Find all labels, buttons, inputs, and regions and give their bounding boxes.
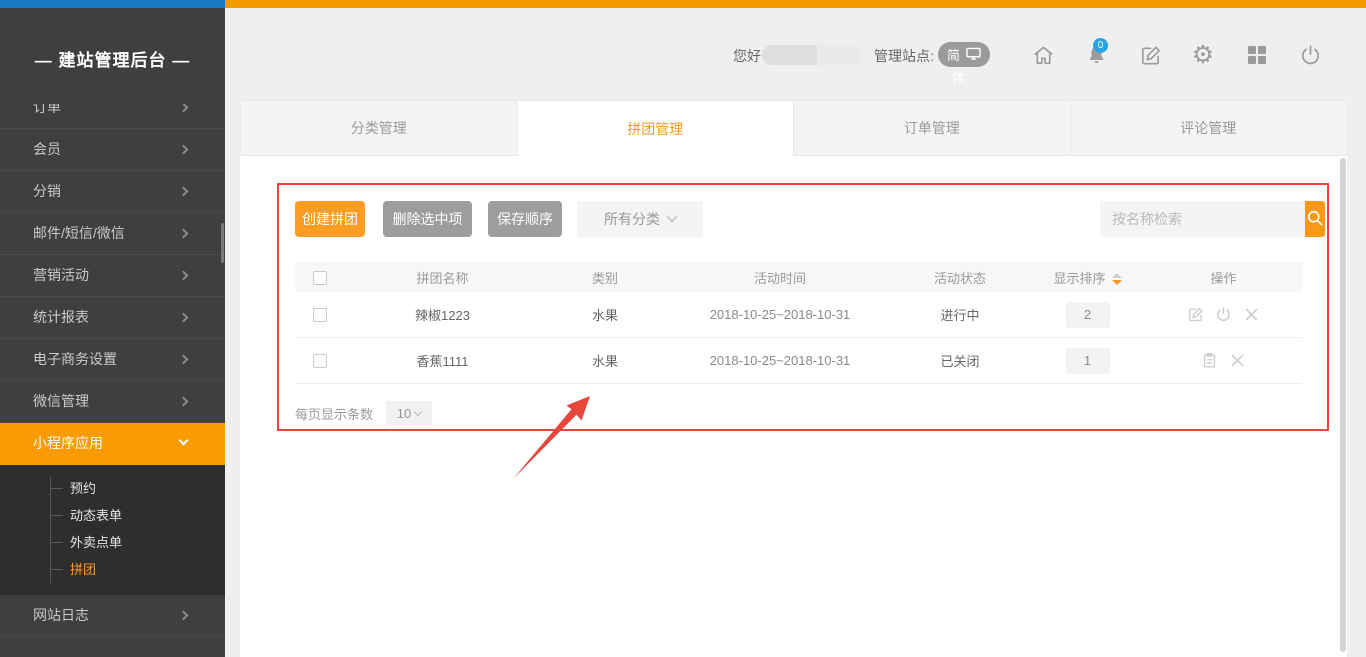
username-redacted [762, 45, 862, 65]
sidebar-item-site-logs[interactable]: 网站日志 [0, 595, 225, 637]
chevron-right-icon [179, 313, 189, 323]
home-icon[interactable] [1030, 42, 1056, 68]
submenu-item-group-buying[interactable]: 拼团 [0, 556, 225, 583]
chevron-down-icon [179, 436, 189, 446]
cell-status: 已关闭 [890, 351, 1030, 370]
cell-category: 水果 [540, 305, 670, 324]
apps-grid-icon[interactable] [1244, 42, 1270, 68]
gear-icon[interactable]: ⚙ [1190, 42, 1216, 68]
clipboard-icon[interactable] [1201, 352, 1218, 369]
select-all-checkbox[interactable] [313, 271, 327, 285]
tab-comment-management[interactable]: 评论管理 [1071, 101, 1347, 156]
table-header-row: 拼团名称 类别 活动时间 活动状态 显示排序 操作 [295, 262, 1302, 292]
tab-group-buying-management[interactable]: 拼团管理 [518, 101, 795, 156]
site-language-wrap-text: 体 [952, 67, 965, 86]
sort-asc-icon [1112, 273, 1122, 278]
submenu-item-booking[interactable]: 预约 [0, 475, 225, 502]
sidebar-item-marketing[interactable]: 营销活动 [0, 255, 225, 297]
cell-time: 2018-10-25~2018-10-31 [670, 353, 890, 368]
app-title: — 建站管理后台 — [0, 46, 225, 71]
row-checkbox[interactable] [313, 308, 327, 322]
cell-category: 水果 [540, 351, 670, 370]
sidebar: — 建站管理后台 — 订单 会员 分销 邮件/短信/微信 营销活动 统计报表 电… [0, 8, 225, 657]
sidebar-item-ecommerce-settings[interactable]: 电子商务设置 [0, 339, 225, 381]
chevron-right-icon [179, 271, 189, 281]
chevron-down-icon [414, 407, 422, 415]
header-name: 拼团名称 [345, 268, 540, 287]
header-time: 活动时间 [670, 268, 890, 287]
manage-site-label: 管理站点: [874, 46, 934, 66]
display-order-field[interactable]: 1 [1066, 348, 1110, 374]
page-scrollbar[interactable] [1340, 158, 1346, 652]
top-strip-orange [225, 0, 1366, 8]
sidebar-item-orders[interactable]: 订单 [0, 104, 225, 129]
cell-time: 2018-10-25~2018-10-31 [670, 307, 890, 322]
table-row: 香蕉1111 水果 2018-10-25~2018-10-31 已关闭 1 [295, 338, 1302, 384]
edit-icon[interactable] [1187, 306, 1204, 323]
chevron-right-icon [179, 145, 189, 155]
monitor-icon [966, 47, 981, 63]
row-checkbox[interactable] [313, 354, 327, 368]
cell-name: 辣椒1223 [345, 305, 540, 324]
sidebar-item-miniprogram-apps[interactable]: 小程序应用 [0, 423, 225, 465]
sidebar-item-members[interactable]: 会员 [0, 129, 225, 171]
magnifier-icon [1305, 208, 1325, 231]
chevron-right-icon [179, 229, 189, 239]
power-icon[interactable] [1215, 306, 1232, 323]
notification-badge: 0 [1093, 38, 1108, 53]
sidebar-item-mail-sms-wechat[interactable]: 邮件/短信/微信 [0, 213, 225, 255]
sidebar-item-statistics[interactable]: 统计报表 [0, 297, 225, 339]
chevron-right-icon [179, 104, 189, 112]
per-page-control: 每页显示条数 10 [295, 401, 432, 425]
header-category: 类别 [540, 268, 670, 287]
per-page-label: 每页显示条数 [295, 404, 373, 423]
miniprogram-submenu: 预约 动态表单 外卖点单 拼团 [0, 465, 225, 595]
sort-toggle[interactable] [1112, 273, 1122, 285]
cell-name: 香蕉1111 [345, 351, 540, 370]
chevron-down-icon [666, 211, 677, 222]
close-icon[interactable] [1243, 306, 1260, 323]
app-window: — 建站管理后台 — 订单 会员 分销 邮件/短信/微信 营销活动 统计报表 电… [0, 0, 1366, 657]
tab-category-management[interactable]: 分类管理 [240, 101, 518, 156]
power-icon[interactable] [1297, 42, 1323, 68]
create-group-button[interactable]: 创建拼团 [295, 201, 365, 237]
tabbar: 分类管理 拼团管理 订单管理 评论管理 [240, 100, 1346, 156]
chevron-right-icon [179, 611, 189, 621]
table-row: 辣椒1223 水果 2018-10-25~2018-10-31 进行中 2 [295, 292, 1302, 338]
chevron-right-icon [179, 397, 189, 407]
sidebar-menu: 订单 会员 分销 邮件/短信/微信 营销活动 统计报表 电子商务设置 微信管理 … [0, 104, 225, 657]
chevron-right-icon [179, 187, 189, 197]
submenu-item-dynamic-forms[interactable]: 动态表单 [0, 502, 225, 529]
header-actions: 操作 [1145, 268, 1302, 287]
site-language-pill[interactable]: 简 [938, 42, 990, 67]
submenu-item-takeout-ordering[interactable]: 外卖点单 [0, 529, 225, 556]
search-box [1100, 201, 1301, 237]
tab-order-management[interactable]: 订单管理 [794, 101, 1071, 156]
close-icon[interactable] [1229, 352, 1246, 369]
edit-icon[interactable] [1137, 42, 1163, 68]
sort-desc-icon [1112, 280, 1122, 285]
header-order: 显示排序 [1030, 268, 1145, 287]
greeting-text: 您好 [733, 46, 761, 66]
sidebar-item-distribution[interactable]: 分销 [0, 171, 225, 213]
sidebar-scrollbar[interactable] [221, 223, 224, 263]
display-order-field[interactable]: 2 [1066, 302, 1110, 328]
delete-selected-button[interactable]: 删除选中项 [383, 201, 472, 237]
header-status: 活动状态 [890, 268, 1030, 287]
per-page-select[interactable]: 10 [386, 401, 432, 425]
top-strip-blue [0, 0, 225, 8]
group-buying-table: 拼团名称 类别 活动时间 活动状态 显示排序 操作 辣椒1223 水果 2018… [295, 262, 1302, 384]
search-button[interactable] [1305, 201, 1325, 237]
sidebar-item-wechat-management[interactable]: 微信管理 [0, 381, 225, 423]
category-filter-dropdown[interactable]: 所有分类 [577, 201, 703, 237]
chevron-right-icon [179, 355, 189, 365]
save-order-button[interactable]: 保存顺序 [488, 201, 562, 237]
search-input[interactable] [1100, 201, 1305, 237]
cell-status: 进行中 [890, 305, 1030, 324]
